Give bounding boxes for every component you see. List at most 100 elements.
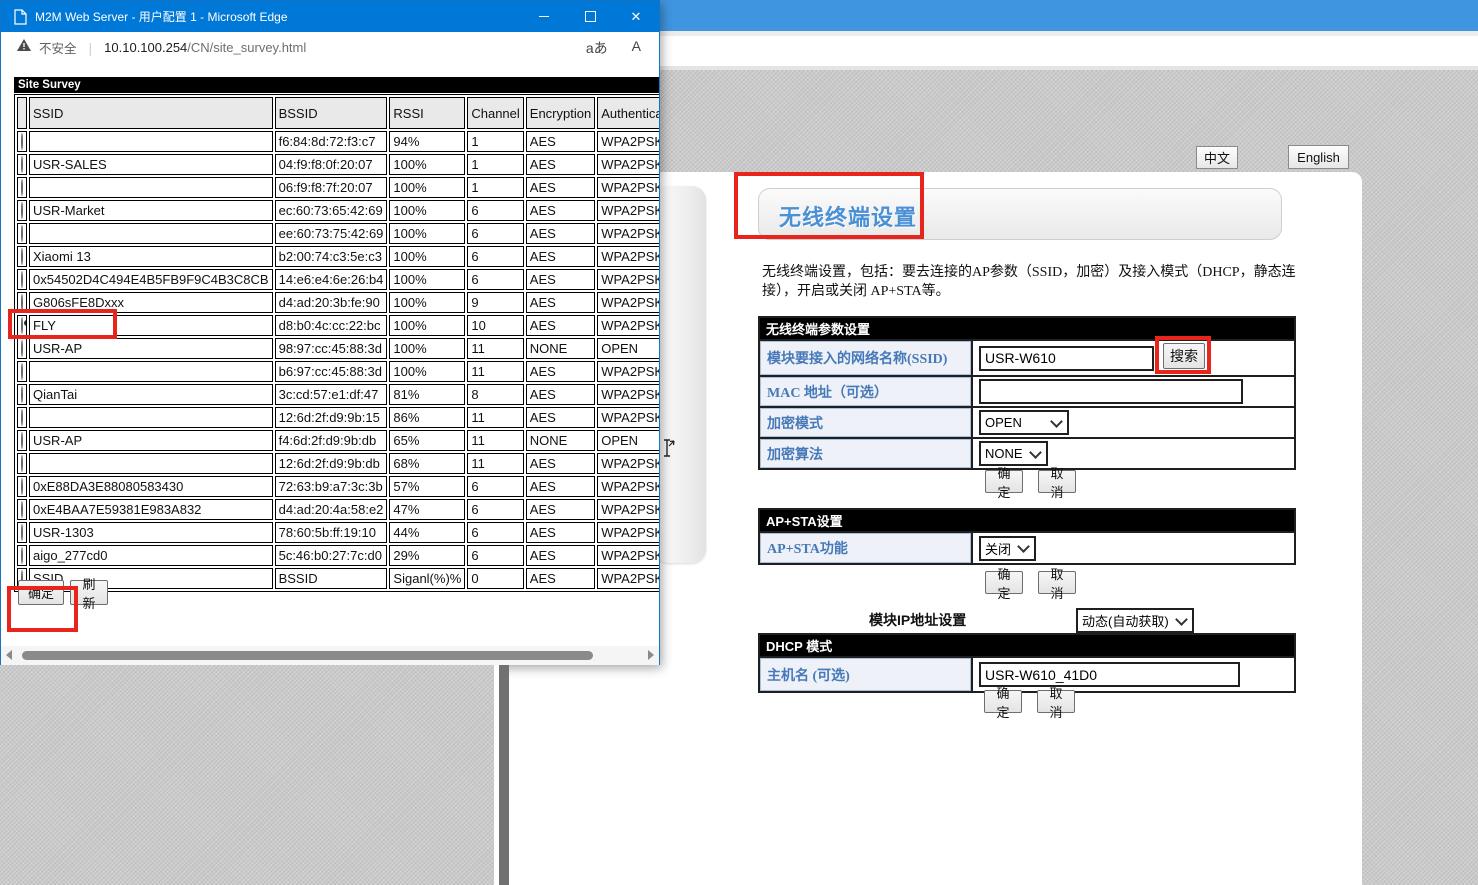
edge-address-bar[interactable]: 不安全 | 10.10.100.254/CN/site_survey.html … <box>1 32 659 64</box>
cell-bssid: 98:97:cc:45:88:3d <box>275 338 388 359</box>
language-chinese-button[interactable]: 中文 <box>1196 146 1238 169</box>
col-authentication: Authentication <box>597 97 659 129</box>
radio-unselected[interactable] <box>21 340 23 357</box>
cell-ssid: USR-AP <box>29 430 273 451</box>
cell-channel: 8 <box>467 384 523 405</box>
maximize-button[interactable] <box>567 1 613 32</box>
encryption-mode-select[interactable]: OPEN <box>979 410 1069 435</box>
module-ip-setting-select[interactable]: 动态(自动获取) <box>1076 608 1194 633</box>
translate-icon[interactable]: aあ <box>586 38 608 58</box>
dhcp-ok-button[interactable]: 确定 <box>984 690 1022 713</box>
cell-encryption: AES <box>526 453 595 474</box>
cell-bssid: BSSID <box>275 568 388 589</box>
cell-channel: 10 <box>467 315 523 336</box>
radio-unselected[interactable] <box>21 386 23 403</box>
cell-channel: 0 <box>467 568 523 589</box>
table-row: ee:60:73:75:42:69100%6AESWPA2PSKInfr <box>17 223 659 244</box>
radio-unselected[interactable] <box>21 225 23 242</box>
cell-encryption: AES <box>526 200 595 221</box>
hostname-input[interactable] <box>979 662 1240 687</box>
table-row: 0xE88DA3E8808058343072:63:b9:a7:3c:3b57%… <box>17 476 659 497</box>
scroll-right-icon[interactable] <box>648 650 654 660</box>
radio-unselected[interactable] <box>21 133 23 150</box>
radio-cell <box>17 476 27 497</box>
cell-rssi: 100% <box>389 246 465 267</box>
radio-cell <box>17 269 27 290</box>
url-path[interactable]: /CN/site_survey.html <box>187 40 306 55</box>
cell-encryption: AES <box>526 269 595 290</box>
cell-channel: 6 <box>467 522 523 543</box>
minimize-button[interactable] <box>521 1 567 32</box>
cell-authentication: WPA2PSK <box>597 522 659 543</box>
apsta-func-select[interactable]: 关闭 <box>979 536 1036 561</box>
edge-page-content: Site Survey SSID BSSID RSSI Channel Encr… <box>1 63 659 646</box>
cell-rssi: 100% <box>389 223 465 244</box>
table-row: 0x54502D4C494E4B5FB9F9C4B3C8CB14:e6:e4:6… <box>17 269 659 290</box>
dhcp-cancel-button[interactable]: 取消 <box>1037 690 1075 713</box>
annotation-box-fly-row <box>8 309 117 339</box>
radio-unselected[interactable] <box>21 547 23 564</box>
radio-unselected[interactable] <box>21 455 23 472</box>
radio-unselected[interactable] <box>21 478 23 495</box>
radio-cell <box>17 154 27 175</box>
sta-cancel-button[interactable]: 取消 <box>1038 470 1076 493</box>
ssid-input[interactable] <box>979 346 1154 371</box>
cell-bssid: ee:60:73:75:42:69 <box>275 223 388 244</box>
cell-channel: 6 <box>467 246 523 267</box>
table-row: USR-130378:60:5b:ff:19:1044%6AESWPA2PSKI… <box>17 522 659 543</box>
cell-rssi: Siganl(%)% <box>389 568 465 589</box>
annotation-box-page-title <box>734 172 924 239</box>
table-row: USR-SALES04:f9:f8:0f:20:07100%1AESWPA2PS… <box>17 154 659 175</box>
chevron-down-icon <box>1029 446 1042 459</box>
apsta-ok-button[interactable]: 确定 <box>985 571 1023 594</box>
cell-rssi: 100% <box>389 200 465 221</box>
cell-rssi: 100% <box>389 154 465 175</box>
radio-unselected[interactable] <box>21 409 23 426</box>
scrollbar-thumb[interactable] <box>22 651 593 660</box>
scroll-left-icon[interactable] <box>6 650 12 660</box>
cell-rssi: 100% <box>389 269 465 290</box>
cell-ssid <box>29 407 273 428</box>
col-channel: Channel <box>467 97 523 129</box>
url-host[interactable]: 10.10.100.254 <box>104 40 187 55</box>
radio-unselected[interactable] <box>21 248 23 265</box>
language-english-button[interactable]: English <box>1288 145 1349 169</box>
cell-channel: 6 <box>467 476 523 497</box>
read-aloud-icon[interactable]: A <box>632 38 641 58</box>
sta-ok-button[interactable]: 确定 <box>985 470 1023 493</box>
horizontal-scrollbar[interactable] <box>1 646 659 665</box>
radio-column-header <box>17 97 27 129</box>
radio-unselected[interactable] <box>21 156 23 173</box>
cell-encryption: NONE <box>526 338 595 359</box>
radio-unselected[interactable] <box>21 271 23 288</box>
radio-cell <box>17 545 27 566</box>
site-survey-body: f6:84:8d:72:f3:c794%1AESWPA2PSKInfrUSR-S… <box>17 131 659 589</box>
cell-bssid: b2:00:74:c3:5e:c3 <box>275 246 388 267</box>
cell-encryption: AES <box>526 131 595 152</box>
radio-unselected[interactable] <box>21 202 23 219</box>
radio-unselected[interactable] <box>21 524 23 541</box>
cell-authentication: WPA2PSK <box>597 200 659 221</box>
cell-bssid: 78:60:5b:ff:19:10 <box>275 522 388 543</box>
table-row: f6:84:8d:72:f3:c794%1AESWPA2PSKInfr <box>17 131 659 152</box>
annotation-box-ok-button <box>7 586 78 632</box>
apsta-cancel-button[interactable]: 取消 <box>1038 571 1076 594</box>
table-row: 0xE4BAA7E59381E983A832d4:ad:20:4a:58:e24… <box>17 499 659 520</box>
cell-channel: 11 <box>467 453 523 474</box>
cell-bssid: d4:ad:20:4a:58:e2 <box>275 499 388 520</box>
window-title: M2M Web Server - 用户配置 1 - Microsoft Edge <box>35 8 288 25</box>
radio-unselected[interactable] <box>21 501 23 518</box>
hostname-label: 主机名 (可选) <box>760 658 973 691</box>
cell-rssi: 100% <box>389 177 465 198</box>
encryption-alg-value: NONE <box>985 446 1023 461</box>
edge-titlebar[interactable]: M2M Web Server - 用户配置 1 - Microsoft Edge… <box>1 1 659 32</box>
address-separator: | <box>89 40 93 56</box>
cell-rssi: 81% <box>389 384 465 405</box>
mac-input[interactable] <box>979 379 1243 404</box>
radio-unselected[interactable] <box>21 179 23 196</box>
close-button[interactable]: ✕ <box>613 1 659 32</box>
radio-unselected[interactable] <box>21 363 23 380</box>
radio-unselected[interactable] <box>21 432 23 449</box>
encryption-alg-row: 加密算法 NONE <box>760 437 1294 468</box>
cell-rssi: 44% <box>389 522 465 543</box>
